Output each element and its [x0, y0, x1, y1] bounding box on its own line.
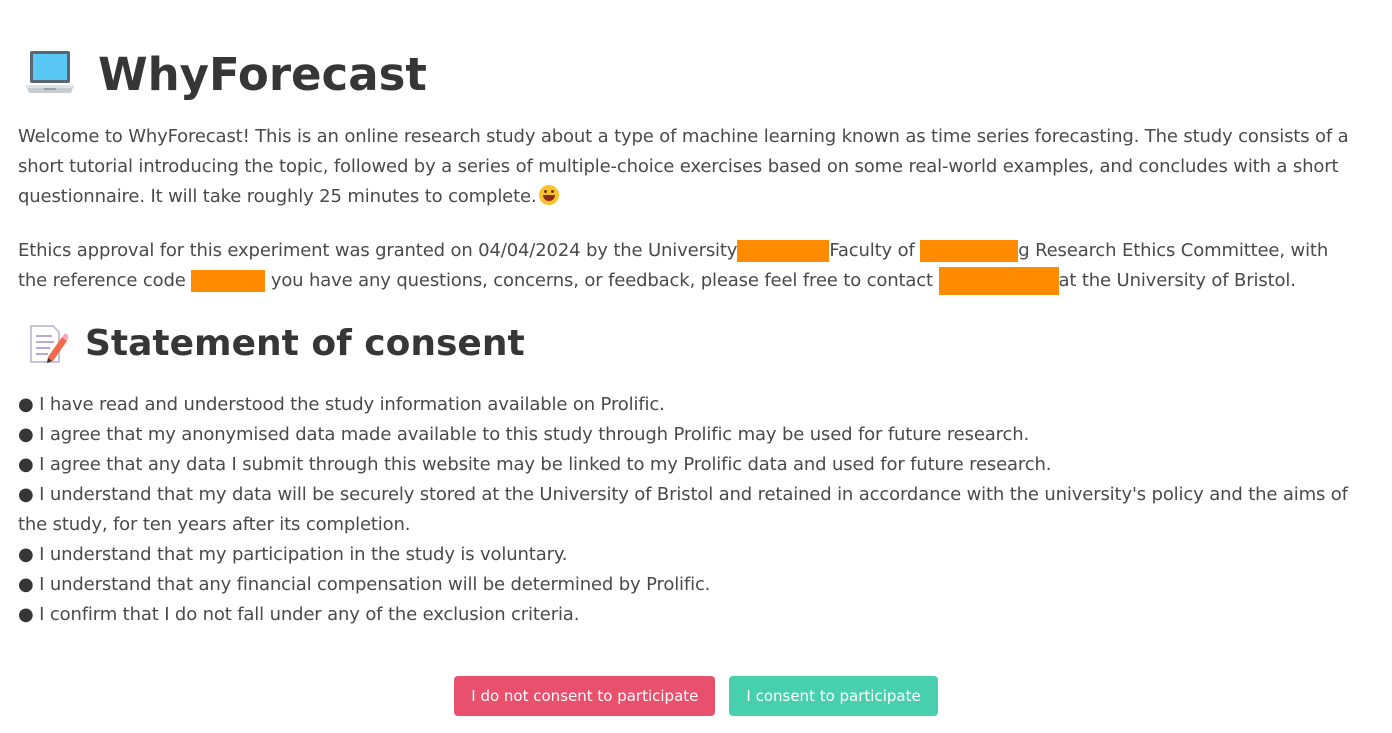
list-item: ● I agree that any data I submit through…	[18, 450, 1363, 480]
list-item-text: I confirm that I do not fall under any o…	[39, 604, 580, 625]
bullet: ●	[18, 484, 34, 505]
grinning-face-icon	[538, 185, 559, 205]
laptop-icon	[24, 49, 76, 99]
consent-buttons: I do not consent to participate I consen…	[0, 676, 1392, 716]
bullet: ●	[18, 424, 34, 445]
list-item: ● I understand that any financial compen…	[18, 570, 1363, 600]
bullet: ●	[18, 454, 34, 475]
ethics-text-5: at the University of Bristol.	[1058, 270, 1296, 291]
list-item: ● I have read and understood the study i…	[18, 390, 1363, 420]
ethics-text-4: you have any questions, concerns, or fee…	[270, 270, 933, 291]
list-item: ● I understand that my data will be secu…	[18, 480, 1363, 540]
ethics-paragraph: Ethics approval for this experiment was …	[18, 236, 1358, 296]
list-item-text: I understand that my data will be secure…	[18, 484, 1348, 535]
accept-consent-button[interactable]: I consent to participate	[729, 676, 938, 716]
intro-paragraph: Welcome to WhyForecast! This is an onlin…	[18, 122, 1358, 212]
decline-consent-button[interactable]: I do not consent to participate	[454, 676, 716, 716]
list-item: ● I understand that my participation in …	[18, 540, 1363, 570]
ethics-text-1: Ethics approval for this experiment was …	[18, 240, 738, 261]
redaction-block	[920, 240, 1019, 262]
list-item-text: I understand that any financial compensa…	[39, 574, 711, 595]
consent-title: Statement of consent	[85, 323, 525, 364]
intro-text: Welcome to WhyForecast! This is an onlin…	[18, 126, 1349, 207]
consent-list: ● I have read and understood the study i…	[18, 390, 1363, 630]
bullet: ●	[18, 544, 34, 565]
redaction-block	[737, 240, 830, 262]
redaction-block	[938, 267, 1059, 295]
redaction-block	[191, 270, 266, 292]
list-item: ● I confirm that I do not fall under any…	[18, 600, 1363, 630]
header: WhyForecast	[24, 44, 427, 104]
app-title: WhyForecast	[98, 47, 427, 101]
bullet: ●	[18, 574, 34, 595]
memo-icon	[28, 323, 69, 365]
ethics-text-2: Faculty of	[829, 240, 915, 261]
bullet: ●	[18, 604, 34, 625]
list-item-text: I agree that my anonymised data made ava…	[39, 424, 1030, 445]
list-item: ● I agree that my anonymised data made a…	[18, 420, 1363, 450]
list-item-text: I agree that any data I submit through t…	[39, 454, 1052, 475]
bullet: ●	[18, 394, 34, 415]
list-item-text: I understand that my participation in th…	[39, 544, 568, 565]
consent-header: Statement of consent	[28, 318, 525, 370]
list-item-text: I have read and understood the study inf…	[39, 394, 665, 415]
